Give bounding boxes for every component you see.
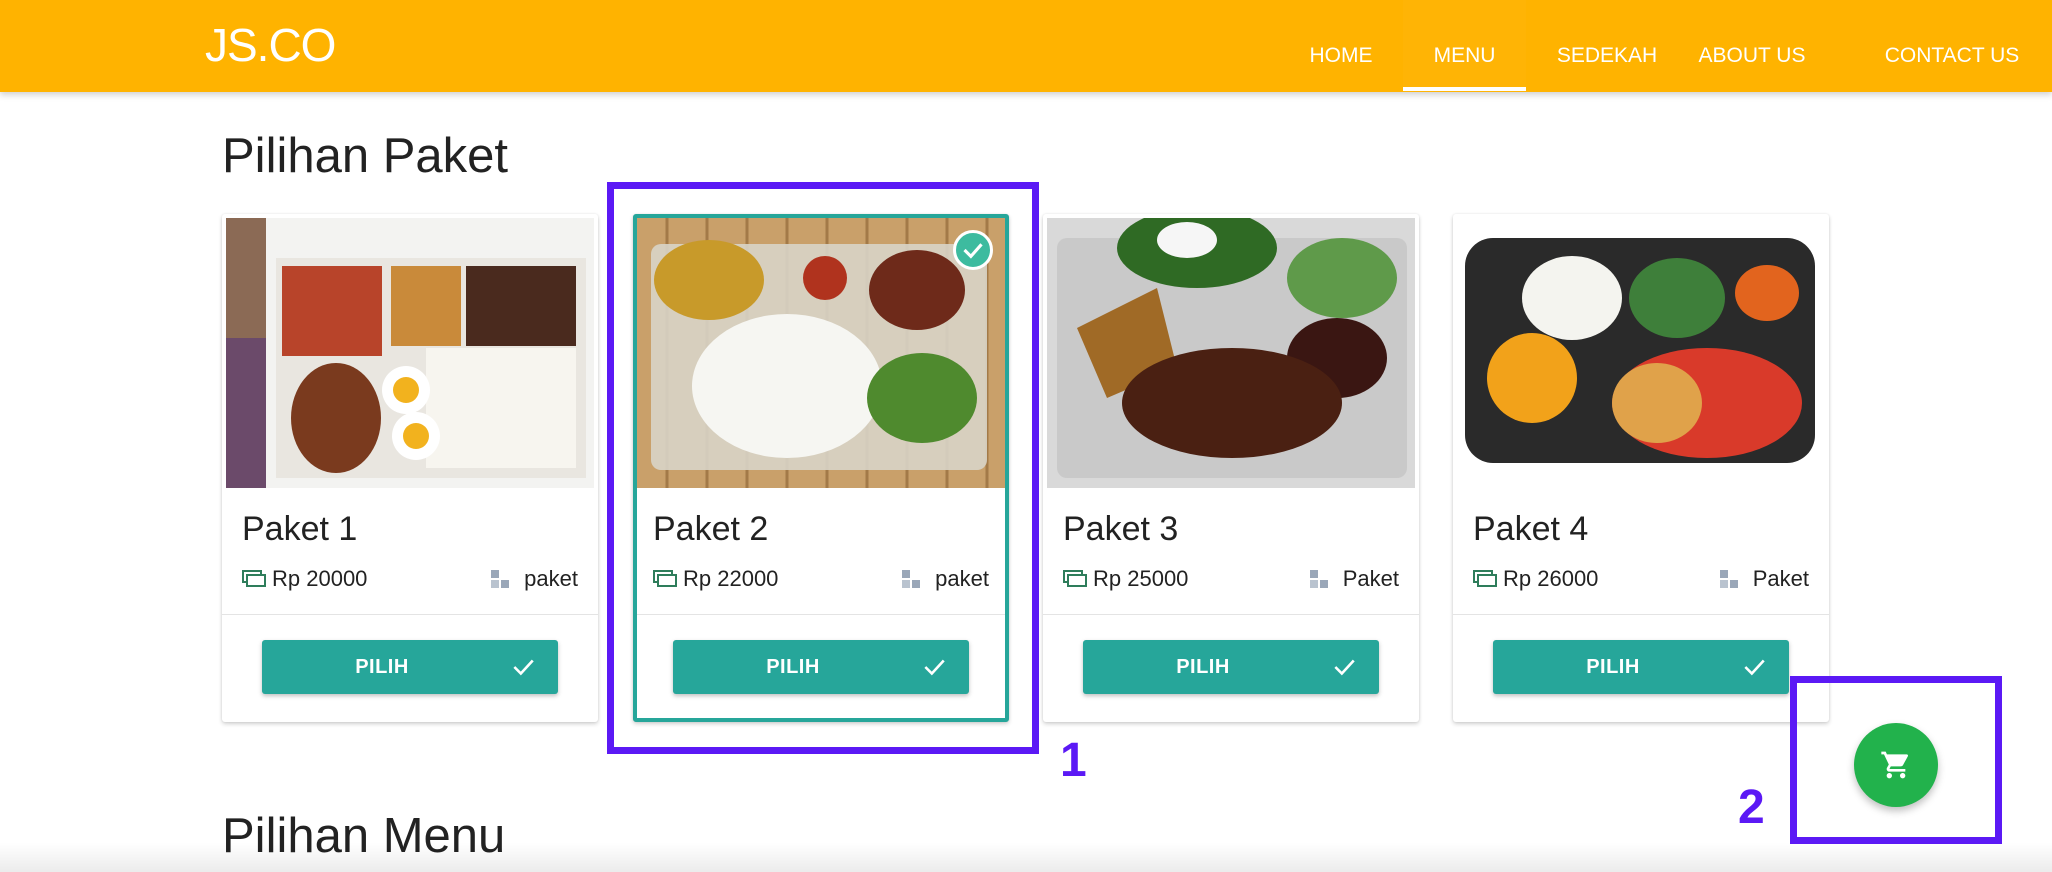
unit-info: paket [490, 566, 578, 592]
annotation-number-1: 1 [1060, 734, 1087, 787]
annotation-box-1 [607, 182, 1039, 754]
top-navbar: JS.CO HOME MENU SEDEKAH ABOUT US CONTACT… [0, 0, 2052, 92]
price-text: Rp 26000 [1503, 566, 1599, 591]
pilih-button[interactable]: PILIH [1083, 640, 1379, 694]
price-info: Rp 20000 [242, 566, 367, 592]
unit-text: Paket [1752, 566, 1809, 591]
pilih-button-label: PILIH [1586, 656, 1640, 678]
money-icon [1473, 570, 1497, 587]
check-icon [1334, 659, 1355, 676]
pilih-button-label: PILIH [1176, 656, 1230, 678]
pilih-button[interactable]: PILIH [1493, 640, 1789, 694]
paket-1-card[interactable]: Paket 1 Rp 20000 paket PILIH [222, 214, 598, 722]
pilih-button[interactable]: PILIH [262, 640, 558, 694]
food-box-chicken-egg-rice-image [226, 218, 594, 488]
money-icon [1063, 570, 1087, 587]
unit-text: paket [524, 566, 578, 591]
section-title-paket: Pilihan Paket [222, 129, 509, 183]
nav-contact-us[interactable]: CONTACT US [1884, 0, 2020, 92]
check-icon [513, 659, 534, 676]
unit-info: Paket [1719, 566, 1809, 592]
active-nav-indicator [1403, 87, 1526, 91]
unit-text: Paket [1342, 566, 1399, 591]
price-info: Rp 25000 [1063, 566, 1188, 592]
card-divider [222, 614, 598, 615]
price-text: Rp 25000 [1093, 566, 1189, 591]
price-info: Rp 26000 [1473, 566, 1598, 592]
paket-3-card[interactable]: Paket 3 Rp 25000 Paket PILIH [1043, 214, 1419, 722]
price-text: Rp 20000 [272, 566, 368, 591]
package-icon [1719, 570, 1738, 588]
food-plate-fried-fish-tempeh-image [1047, 218, 1415, 488]
check-icon [1744, 659, 1765, 676]
nav-home[interactable]: HOME [1300, 0, 1382, 92]
card-divider [1043, 614, 1419, 615]
card-title: Paket 3 [1063, 510, 1179, 548]
money-icon [242, 570, 266, 587]
pilih-button-label: PILIH [355, 656, 409, 678]
annotation-box-2 [1790, 676, 2002, 844]
card-title: Paket 1 [242, 510, 358, 548]
nav-sedekah[interactable]: SEDEKAH [1552, 0, 1662, 92]
food-tray-rice-chicken-veg-image [1457, 218, 1825, 488]
card-title: Paket 4 [1473, 510, 1589, 548]
bottom-shadow [0, 842, 2052, 872]
unit-info: Paket [1309, 566, 1399, 592]
package-icon [1309, 570, 1328, 588]
package-icon [491, 570, 510, 588]
paket-4-card[interactable]: Paket 4 Rp 26000 Paket PILIH [1453, 214, 1829, 722]
annotation-number-2: 2 [1738, 781, 1765, 834]
nav-menu[interactable]: MENU [1403, 0, 1526, 92]
nav-about-us[interactable]: ABOUT US [1682, 0, 1822, 92]
brand-logo[interactable]: JS.CO [205, 18, 336, 72]
card-divider [1453, 614, 1829, 615]
